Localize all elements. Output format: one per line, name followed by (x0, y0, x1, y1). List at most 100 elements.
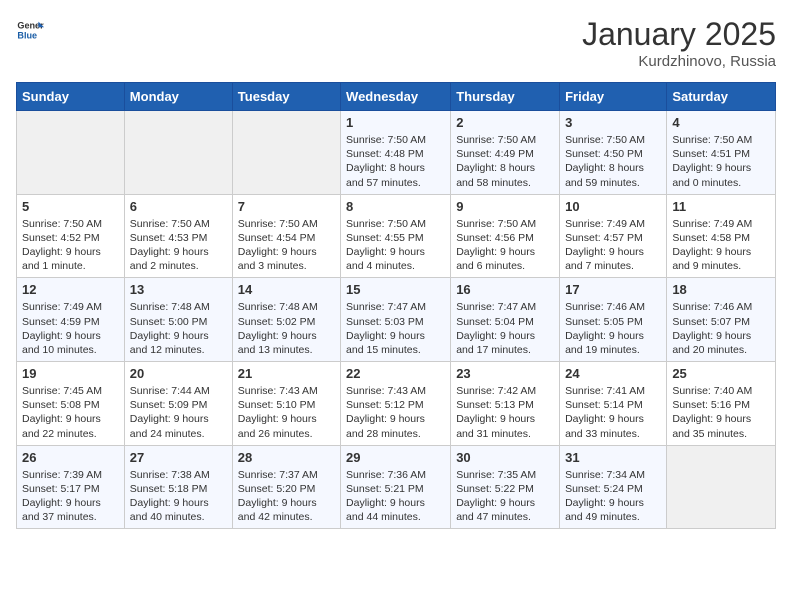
calendar-cell: 14Sunrise: 7:48 AM Sunset: 5:02 PM Dayli… (232, 278, 340, 362)
calendar-cell: 5 Sunrise: 7:50 AM Sunset: 4:52 PM Daylig… (17, 194, 125, 278)
day-number: 8 (346, 199, 445, 214)
calendar-cell: 1 Sunrise: 7:50 AM Sunset: 4:48 PM Daylig… (341, 111, 451, 195)
weekday-header-friday: Friday (560, 83, 667, 111)
day-info: Sunrise: 7:50 AM Sunset: 4:48 PM Dayligh… (346, 133, 445, 190)
day-info: Sunrise: 7:50 AM Sunset: 4:50 PM Dayligh… (565, 133, 661, 190)
day-info: Sunrise: 7:41 AM Sunset: 5:14 PM Dayligh… (565, 384, 661, 441)
day-info: Sunrise: 7:47 AM Sunset: 5:03 PM Dayligh… (346, 300, 445, 357)
svg-text:Blue: Blue (17, 30, 37, 40)
calendar-cell: 12 Sunrise: 7:49 AM Sunset: 4:59 PM Dayli… (17, 278, 125, 362)
calendar-cell: 10 Sunrise: 7:49 AM Sunset: 4:57 PM Dayli… (560, 194, 667, 278)
day-info: Sunrise: 7:50 AM Sunset: 4:53 PM Dayligh… (130, 217, 227, 274)
day-number: 4 (672, 115, 770, 130)
calendar-cell: 2Sunrise: 7:50 AM Sunset: 4:49 PM Daylig… (451, 111, 560, 195)
calendar-cell: 6 Sunrise: 7:50 AM Sunset: 4:53 PM Daylig… (124, 194, 232, 278)
calendar-cell: 4 Sunrise: 7:50 AM Sunset: 4:51 PM Daylig… (667, 111, 776, 195)
weekday-header-tuesday: Tuesday (232, 83, 340, 111)
day-number: 10 (565, 199, 661, 214)
calendar-cell: 19Sunrise: 7:45 AM Sunset: 5:08 PM Dayli… (17, 362, 125, 446)
calendar-week-1: 1 Sunrise: 7:50 AM Sunset: 4:48 PM Daylig… (17, 111, 776, 195)
calendar-cell: 11 Sunrise: 7:49 AM Sunset: 4:58 PM Dayli… (667, 194, 776, 278)
day-number: 11 (672, 199, 770, 214)
calendar-cell: 13 Sunrise: 7:48 AM Sunset: 5:00 PM Dayli… (124, 278, 232, 362)
day-info: Sunrise: 7:44 AM Sunset: 5:09 PM Dayligh… (130, 384, 227, 441)
day-info: Sunrise: 7:48 AM Sunset: 5:00 PM Dayligh… (130, 300, 227, 357)
weekday-header-wednesday: Wednesday (341, 83, 451, 111)
calendar-cell: 16 Sunrise: 7:47 AM Sunset: 5:04 PM Dayli… (451, 278, 560, 362)
day-number: 15 (346, 282, 445, 297)
calendar-cell: 17 Sunrise: 7:46 AM Sunset: 5:05 PM Dayli… (560, 278, 667, 362)
calendar-cell (124, 111, 232, 195)
day-info: Sunrise: 7:50 AM Sunset: 4:51 PM Dayligh… (672, 133, 770, 190)
day-number: 28 (238, 450, 335, 465)
page-header: General Blue January 2025 Kurdzhinovo, R… (16, 16, 776, 70)
calendar-cell: 31Sunrise: 7:34 AM Sunset: 5:24 PM Dayli… (560, 445, 667, 529)
day-info: Sunrise: 7:50 AM Sunset: 4:49 PM Dayligh… (456, 133, 554, 190)
calendar-cell: 25Sunrise: 7:40 AM Sunset: 5:16 PM Dayli… (667, 362, 776, 446)
day-info: Sunrise: 7:46 AM Sunset: 5:07 PM Dayligh… (672, 300, 770, 357)
calendar-cell: 9 Sunrise: 7:50 AM Sunset: 4:56 PM Daylig… (451, 194, 560, 278)
day-number: 29 (346, 450, 445, 465)
calendar-cell: 15 Sunrise: 7:47 AM Sunset: 5:03 PM Dayli… (341, 278, 451, 362)
day-number: 30 (456, 450, 554, 465)
day-number: 16 (456, 282, 554, 297)
calendar-cell (667, 445, 776, 529)
day-info: Sunrise: 7:49 AM Sunset: 4:57 PM Dayligh… (565, 217, 661, 274)
calendar-cell: 8Sunrise: 7:50 AM Sunset: 4:55 PM Daylig… (341, 194, 451, 278)
title-block: January 2025 Kurdzhinovo, Russia (582, 16, 776, 70)
weekday-header-monday: Monday (124, 83, 232, 111)
day-number: 31 (565, 450, 661, 465)
weekday-header-sunday: Sunday (17, 83, 125, 111)
day-info: Sunrise: 7:50 AM Sunset: 4:52 PM Dayligh… (22, 217, 119, 274)
day-number: 6 (130, 199, 227, 214)
calendar-cell: 3 Sunrise: 7:50 AM Sunset: 4:50 PM Daylig… (560, 111, 667, 195)
calendar-cell: 7 Sunrise: 7:50 AM Sunset: 4:54 PM Daylig… (232, 194, 340, 278)
day-number: 13 (130, 282, 227, 297)
calendar-cell (17, 111, 125, 195)
day-info: Sunrise: 7:36 AM Sunset: 5:21 PM Dayligh… (346, 468, 445, 525)
day-info: Sunrise: 7:42 AM Sunset: 5:13 PM Dayligh… (456, 384, 554, 441)
day-number: 17 (565, 282, 661, 297)
calendar-week-4: 19Sunrise: 7:45 AM Sunset: 5:08 PM Dayli… (17, 362, 776, 446)
day-info: Sunrise: 7:49 AM Sunset: 4:59 PM Dayligh… (22, 300, 119, 357)
day-info: Sunrise: 7:35 AM Sunset: 5:22 PM Dayligh… (456, 468, 554, 525)
day-info: Sunrise: 7:39 AM Sunset: 5:17 PM Dayligh… (22, 468, 119, 525)
day-number: 5 (22, 199, 119, 214)
day-info: Sunrise: 7:50 AM Sunset: 4:56 PM Dayligh… (456, 217, 554, 274)
day-number: 7 (238, 199, 335, 214)
calendar-cell: 28 Sunrise: 7:37 AM Sunset: 5:20 PM Dayli… (232, 445, 340, 529)
calendar-cell: 24 Sunrise: 7:41 AM Sunset: 5:14 PM Dayli… (560, 362, 667, 446)
weekday-header-thursday: Thursday (451, 83, 560, 111)
calendar-cell: 20Sunrise: 7:44 AM Sunset: 5:09 PM Dayli… (124, 362, 232, 446)
day-number: 9 (456, 199, 554, 214)
calendar-cell: 21Sunrise: 7:43 AM Sunset: 5:10 PM Dayli… (232, 362, 340, 446)
calendar-cell: 30 Sunrise: 7:35 AM Sunset: 5:22 PM Dayli… (451, 445, 560, 529)
calendar-cell: 26 Sunrise: 7:39 AM Sunset: 5:17 PM Dayli… (17, 445, 125, 529)
day-info: Sunrise: 7:47 AM Sunset: 5:04 PM Dayligh… (456, 300, 554, 357)
day-info: Sunrise: 7:37 AM Sunset: 5:20 PM Dayligh… (238, 468, 335, 525)
day-info: Sunrise: 7:43 AM Sunset: 5:12 PM Dayligh… (346, 384, 445, 441)
calendar-week-5: 26 Sunrise: 7:39 AM Sunset: 5:17 PM Dayli… (17, 445, 776, 529)
day-info: Sunrise: 7:49 AM Sunset: 4:58 PM Dayligh… (672, 217, 770, 274)
day-info: Sunrise: 7:38 AM Sunset: 5:18 PM Dayligh… (130, 468, 227, 525)
day-number: 3 (565, 115, 661, 130)
day-number: 27 (130, 450, 227, 465)
logo: General Blue (16, 16, 44, 44)
day-number: 26 (22, 450, 119, 465)
day-number: 1 (346, 115, 445, 130)
calendar-subtitle: Kurdzhinovo, Russia (582, 53, 776, 70)
logo-icon: General Blue (16, 16, 44, 44)
day-number: 12 (22, 282, 119, 297)
day-number: 14 (238, 282, 335, 297)
day-number: 18 (672, 282, 770, 297)
weekday-header-saturday: Saturday (667, 83, 776, 111)
calendar-cell: 23Sunrise: 7:42 AM Sunset: 5:13 PM Dayli… (451, 362, 560, 446)
day-info: Sunrise: 7:43 AM Sunset: 5:10 PM Dayligh… (238, 384, 335, 441)
day-number: 24 (565, 366, 661, 381)
calendar-cell: 22 Sunrise: 7:43 AM Sunset: 5:12 PM Dayli… (341, 362, 451, 446)
day-number: 22 (346, 366, 445, 381)
calendar-week-2: 5 Sunrise: 7:50 AM Sunset: 4:52 PM Daylig… (17, 194, 776, 278)
day-info: Sunrise: 7:46 AM Sunset: 5:05 PM Dayligh… (565, 300, 661, 357)
day-info: Sunrise: 7:50 AM Sunset: 4:54 PM Dayligh… (238, 217, 335, 274)
calendar-cell: 27 Sunrise: 7:38 AM Sunset: 5:18 PM Dayli… (124, 445, 232, 529)
